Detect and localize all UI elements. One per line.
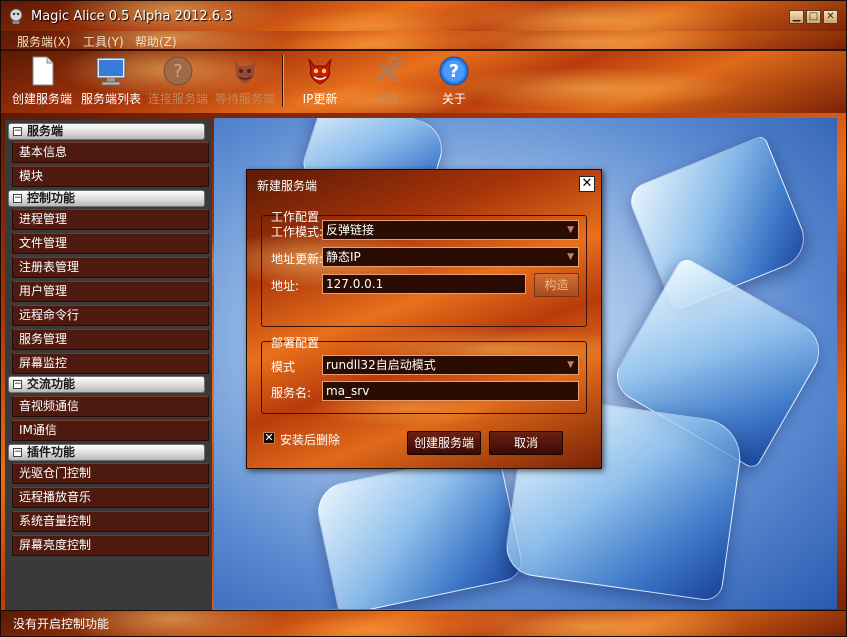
create-server-button[interactable]: 创建服务端: [7, 53, 77, 109]
chevron-down-icon: ▼: [567, 360, 574, 370]
tool-label: 服务端列表: [80, 92, 141, 106]
collapse-icon: −: [13, 126, 22, 136]
sidebar-item-av[interactable]: 音视频通信: [12, 396, 209, 417]
tool-label: 等待服务端: [214, 92, 275, 106]
select-value: rundll32自启动模式: [326, 358, 436, 372]
create-server-dialog-button[interactable]: 创建服务端: [407, 431, 481, 455]
wait-server-button[interactable]: 等待服务端: [210, 53, 280, 109]
minimize-button[interactable]: ▁: [789, 10, 804, 24]
menu-bar: 服务端(X) 工具(Y) 帮助(Z): [1, 31, 846, 49]
sidebar-item-brightness[interactable]: 屏幕亮度控制: [12, 535, 209, 556]
dialog-close-button[interactable]: ✕: [579, 176, 595, 192]
menu-help[interactable]: 帮助(Z): [135, 33, 177, 50]
chevron-down-icon: ▼: [567, 252, 574, 262]
document-icon: [32, 56, 54, 86]
group-title: 部署配置: [271, 336, 320, 350]
status-bar: 没有开启控制功能: [1, 610, 846, 636]
sidebar-item-volume[interactable]: 系统音量控制: [12, 511, 209, 532]
service-name-label: 服务名:: [271, 386, 312, 400]
tool-label: 设置: [374, 92, 399, 106]
sidebar-item-screen[interactable]: 屏幕监控: [12, 353, 209, 374]
svg-text:?: ?: [173, 61, 183, 82]
address-update-label: 地址更新:: [271, 252, 324, 266]
build-button[interactable]: 构造: [534, 273, 579, 297]
sidebar-item-music[interactable]: 远程播放音乐: [12, 487, 209, 508]
ip-update-button[interactable]: IP更新: [285, 53, 355, 109]
category-label: 服务端: [27, 124, 64, 138]
dialog-title: 新建服务端: [257, 179, 318, 193]
collapse-icon: −: [13, 447, 22, 457]
category-server[interactable]: − 服务端: [8, 123, 205, 140]
address-input[interactable]: 127.0.0.1: [322, 274, 526, 294]
monitor-icon: [96, 57, 126, 86]
sidebar-item-file[interactable]: 文件管理: [12, 233, 209, 254]
server-list-button[interactable]: 服务端列表: [76, 53, 146, 109]
delete-after-install-checkbox[interactable]: ✕: [263, 432, 275, 444]
about-button[interactable]: ? 关于: [419, 53, 489, 109]
main-window: Magic Alice 0.5 Alpha 2012.6.3 ▁ □ ✕ 服务端…: [0, 0, 847, 637]
tool-label: 创建服务端: [11, 92, 72, 106]
select-value: 反弹链接: [326, 223, 375, 237]
window-title: Magic Alice 0.5 Alpha 2012.6.3: [31, 9, 233, 24]
deploy-mode-select[interactable]: rundll32自启动模式 ▼: [322, 355, 579, 375]
devil-icon: [308, 58, 332, 85]
category-communication[interactable]: − 交流功能: [8, 376, 205, 393]
menu-server[interactable]: 服务端(X): [17, 33, 71, 50]
sidebar-item-process[interactable]: 进程管理: [12, 209, 209, 230]
deploy-config-group: 部署配置: [261, 336, 587, 414]
menu-tools[interactable]: 工具(Y): [83, 33, 124, 50]
sidebar-item-user[interactable]: 用户管理: [12, 281, 209, 302]
help-icon: ?: [439, 56, 469, 86]
sidebar-item-im[interactable]: IM通信: [12, 420, 209, 441]
new-server-dialog: 新建服务端 ✕ 工作配置 工作模式: 反弹链接 ▼ 地址更新: 静态IP ▼ 地…: [246, 169, 602, 469]
connect-server-button[interactable]: ? 连接服务端: [143, 53, 213, 109]
category-control[interactable]: − 控制功能: [8, 190, 205, 207]
toolbar-separator: [282, 55, 284, 107]
category-label: 控制功能: [27, 191, 76, 205]
service-name-input[interactable]: ma_srv: [322, 381, 579, 401]
sidebar-item-cdrom[interactable]: 光驱仓门控制: [12, 463, 209, 484]
category-label: 交流功能: [27, 377, 76, 391]
tool-label: 连接服务端: [147, 92, 208, 106]
sidebar-item-service[interactable]: 服务管理: [12, 329, 209, 350]
collapse-icon: −: [13, 379, 22, 389]
sidebar-item-basic-info[interactable]: 基本信息: [12, 142, 209, 163]
settings-button[interactable]: 设置: [352, 53, 422, 109]
category-plugins[interactable]: − 插件功能: [8, 444, 205, 461]
deploy-mode-label: 模式: [271, 360, 296, 374]
address-update-select[interactable]: 静态IP ▼: [322, 247, 579, 267]
sidebar-item-remote-cmd[interactable]: 远程命令行: [12, 305, 209, 326]
ice-cube-image: [312, 449, 526, 609]
cancel-button[interactable]: 取消: [489, 431, 563, 455]
title-bar[interactable]: Magic Alice 0.5 Alpha 2012.6.3 ▁ □ ✕: [1, 1, 846, 33]
tool-label: IP更新: [302, 92, 338, 106]
collapse-icon: −: [13, 193, 22, 203]
delete-after-install-label: 安装后删除: [280, 433, 341, 447]
svg-text:?: ?: [449, 61, 459, 82]
close-button[interactable]: ✕: [823, 10, 838, 24]
chevron-down-icon: ▼: [567, 225, 574, 235]
devil-icon: [234, 59, 256, 84]
toolbar: 创建服务端 服务端列表 ? 连接服务端 等待服务端 IP更新 设置 ? 关于: [1, 51, 846, 113]
maximize-button[interactable]: □: [806, 10, 821, 24]
category-label: 插件功能: [27, 445, 76, 459]
work-mode-select[interactable]: 反弹链接 ▼: [322, 220, 579, 240]
address-label: 地址:: [271, 279, 300, 293]
tools-icon: [375, 56, 402, 83]
work-mode-label: 工作模式:: [271, 225, 324, 239]
sidebar: − 服务端 基本信息 模块 − 控制功能 进程管理 文件管理 注册表管理 用户管…: [5, 120, 212, 610]
status-text: 没有开启控制功能: [13, 617, 110, 631]
select-value: 静态IP: [326, 250, 361, 264]
question-icon: ?: [163, 56, 193, 86]
sidebar-item-registry[interactable]: 注册表管理: [12, 257, 209, 278]
tool-label: 关于: [441, 92, 466, 106]
sidebar-item-module[interactable]: 模块: [12, 166, 209, 187]
app-icon: [9, 8, 23, 24]
